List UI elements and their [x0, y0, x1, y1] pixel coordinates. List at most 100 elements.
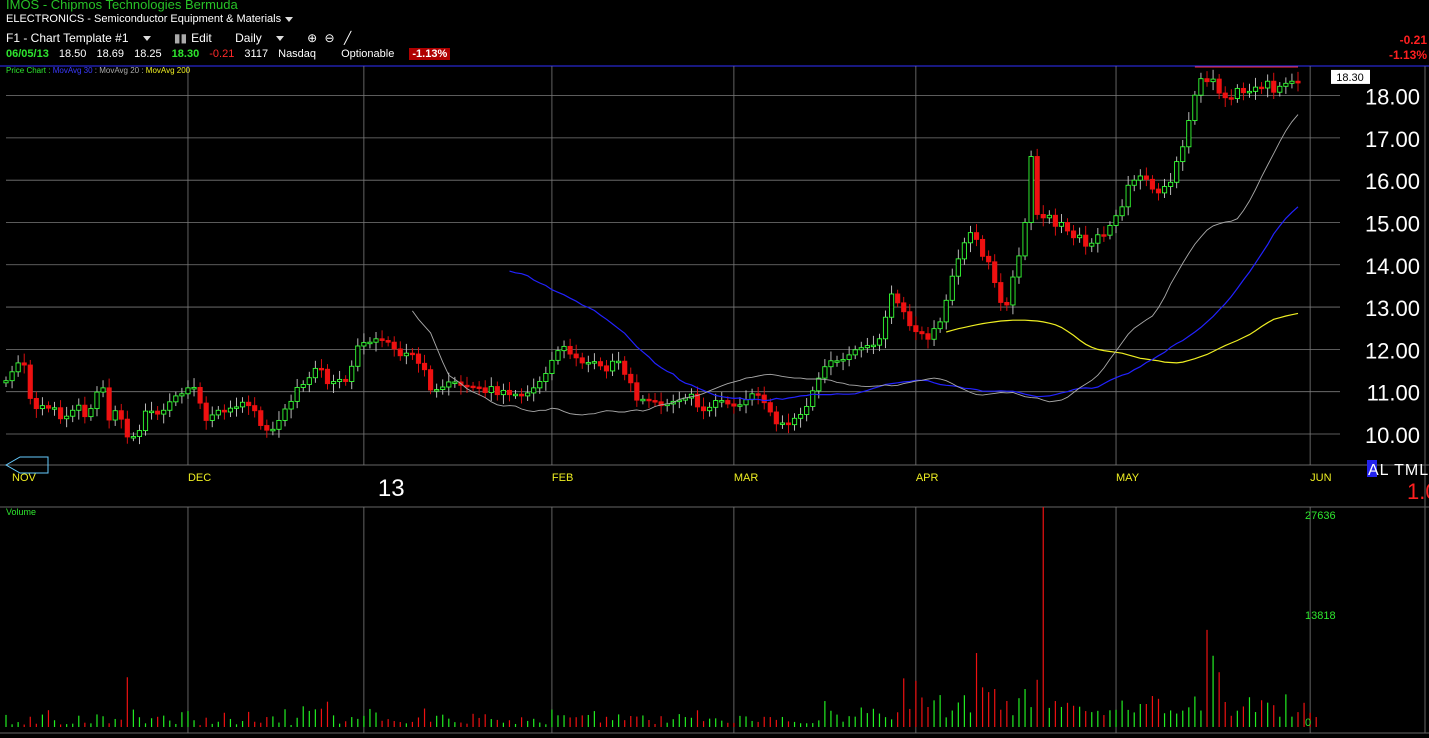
month-label: APR — [916, 472, 939, 484]
candle-body — [713, 400, 719, 408]
candle-body — [33, 397, 39, 410]
candle-body — [349, 365, 355, 382]
candle-body — [1064, 222, 1071, 232]
candle-body — [415, 353, 422, 364]
candle-body — [1070, 230, 1077, 239]
candle-body — [136, 430, 143, 437]
candle-body — [1143, 175, 1149, 180]
candle-body — [603, 365, 610, 372]
price-volume-chart[interactable]: 10.00 11.00 12.00 13.00 14.00 15.00 16.00 17.00… — [0, 0, 1429, 738]
candle-body — [3, 380, 9, 384]
candle-body — [816, 377, 822, 392]
candle-body — [276, 419, 282, 430]
candle-body — [804, 406, 810, 415]
candle-body — [1040, 214, 1046, 219]
y-tick-label: 14.00 — [1365, 254, 1420, 279]
last-price-value: 18.30 — [1336, 72, 1364, 84]
candle-body — [767, 402, 773, 413]
candle-body — [379, 338, 385, 341]
candle-body — [82, 404, 88, 418]
candle-body — [785, 422, 792, 426]
candle-body — [100, 387, 106, 393]
candle-body — [882, 316, 889, 340]
candle-body — [870, 344, 876, 348]
candle-body — [428, 369, 434, 391]
candle-body — [591, 361, 597, 364]
volume-mid-label: 13818 — [1305, 610, 1336, 622]
candle-body — [476, 386, 482, 389]
candle-body — [1077, 234, 1083, 239]
candle-body — [124, 418, 130, 438]
candle-body — [361, 342, 367, 347]
month-label: DEC — [188, 472, 211, 484]
y-tick-label: 13.00 — [1365, 296, 1420, 321]
candle-body — [840, 359, 846, 362]
candle-body — [561, 345, 567, 352]
candle-body — [118, 410, 124, 420]
candle-body — [925, 333, 931, 340]
candle-body — [452, 381, 458, 384]
y-tick-label: 17.00 — [1365, 127, 1420, 152]
candle-body — [1052, 214, 1058, 227]
candle-body — [343, 378, 349, 382]
candle-body — [1137, 175, 1143, 181]
candle-body — [731, 403, 737, 407]
candle-body — [640, 398, 646, 402]
candle-body — [112, 410, 118, 421]
candle-body — [755, 393, 761, 396]
candle-body — [51, 407, 58, 410]
year-label: 13 — [378, 475, 405, 502]
candle-body — [500, 389, 506, 396]
candle-body — [1240, 87, 1246, 94]
candle-body — [318, 367, 324, 371]
candle-body — [70, 409, 76, 417]
candle-body — [1089, 242, 1095, 247]
candle-body — [15, 362, 21, 373]
candle-body — [1131, 179, 1137, 186]
month-label: MAR — [734, 472, 759, 484]
candle-body — [955, 258, 961, 277]
volume-zero-label: 0 — [1305, 717, 1311, 729]
candle-body — [646, 398, 652, 402]
candle-body — [1246, 90, 1253, 94]
candle-body — [1252, 86, 1259, 92]
candle-body — [264, 425, 270, 431]
candle-body — [1210, 78, 1216, 83]
candle-body — [980, 238, 986, 257]
candle-body — [895, 293, 901, 304]
candle-body — [330, 381, 337, 385]
candle-body — [973, 232, 980, 240]
candle-body — [828, 360, 834, 368]
candle-body — [531, 387, 537, 394]
candle-body — [270, 428, 276, 432]
candle-body — [312, 367, 318, 379]
candle-body — [337, 378, 343, 382]
candle-body — [1107, 225, 1113, 236]
candle-body — [628, 373, 634, 384]
candle-body — [616, 360, 622, 364]
candle-body — [470, 385, 476, 389]
candle-body — [300, 384, 306, 388]
candle-body — [76, 404, 82, 411]
candle-body — [1016, 255, 1022, 278]
candle-body — [252, 405, 258, 412]
candle-body — [191, 386, 197, 390]
candle-body — [142, 410, 149, 432]
y-tick-label: 12.00 — [1365, 338, 1420, 363]
candle-body — [9, 371, 15, 382]
candle-body — [737, 404, 743, 407]
candle-body — [525, 392, 531, 397]
candle-body — [622, 360, 628, 375]
candle-body — [791, 417, 798, 426]
candle-body — [94, 391, 100, 410]
candle-body — [961, 242, 967, 260]
candle-body — [852, 349, 858, 356]
candle-body — [1265, 80, 1271, 89]
candle-body — [992, 261, 998, 284]
candle-body — [58, 407, 64, 420]
candle-body — [391, 341, 397, 350]
candle-body — [543, 373, 549, 382]
candle-body — [173, 395, 179, 403]
candle-body — [155, 410, 161, 415]
y-tick-label: 18.00 — [1365, 85, 1420, 110]
